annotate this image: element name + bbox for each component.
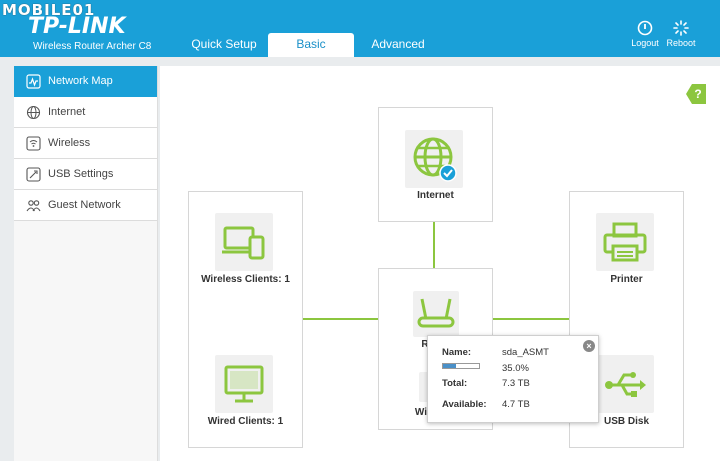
wired-clients-label: Wired Clients: 1 bbox=[207, 416, 284, 427]
reboot-icon bbox=[673, 20, 689, 36]
wireless-clients-icon-box[interactable] bbox=[215, 213, 273, 271]
connector-line bbox=[433, 222, 435, 269]
logout-button[interactable]: Logout bbox=[625, 20, 665, 48]
internet-icon-box bbox=[405, 130, 463, 188]
monitor-icon bbox=[224, 365, 264, 403]
disk-total-value: 7.3 TB bbox=[502, 378, 530, 389]
usb-icon bbox=[605, 372, 646, 397]
sidebar-item-label: Network Map bbox=[48, 75, 113, 87]
wireless-clients-label: Wireless Clients: 1 bbox=[201, 274, 290, 285]
tab-advanced[interactable]: Advanced bbox=[358, 33, 438, 57]
usb-disk-popup: × Name: sda_ASMT 35.0% Total: 7.3 TB Ava… bbox=[427, 335, 599, 423]
power-icon bbox=[637, 20, 653, 36]
disk-name-label: Name: bbox=[442, 347, 472, 358]
printer-label: Printer bbox=[610, 274, 643, 285]
tab-basic[interactable]: Basic bbox=[268, 33, 354, 57]
router-icon bbox=[417, 298, 455, 328]
internet-label: Internet bbox=[417, 190, 454, 201]
reboot-label: Reboot bbox=[666, 38, 696, 48]
disk-name-value: sda_ASMT bbox=[502, 347, 549, 358]
logout-label: Logout bbox=[631, 38, 659, 48]
globe-icon bbox=[26, 105, 41, 119]
sidebar-item-label: Internet bbox=[48, 106, 86, 118]
router-model: Wireless Router Archer C8 bbox=[33, 41, 152, 52]
sidebar-item-network-map[interactable]: Network Map bbox=[14, 66, 157, 97]
tab-quick-setup[interactable]: Quick Setup bbox=[185, 33, 263, 57]
disk-total-label: Total: bbox=[442, 378, 468, 389]
usb-icon bbox=[26, 166, 41, 182]
brand-logo: TP-LINK bbox=[28, 14, 126, 39]
connector-line bbox=[303, 318, 379, 320]
disk-usage-value: 35.0% bbox=[502, 363, 529, 374]
reboot-button[interactable]: Reboot bbox=[661, 20, 701, 48]
network-map-icon bbox=[26, 73, 41, 89]
printer-icon bbox=[603, 222, 647, 262]
printer-icon-box[interactable] bbox=[596, 213, 654, 271]
globe-icon bbox=[413, 137, 457, 182]
disk-usage-fill bbox=[443, 364, 456, 368]
top-header: MOBILE01 TP-LINK Wireless Router Archer … bbox=[0, 0, 720, 57]
sidebar-item-guest-network[interactable]: Guest Network bbox=[14, 190, 157, 221]
wireless-label: Wi bbox=[414, 407, 428, 418]
sidebar-item-internet[interactable]: Internet bbox=[14, 97, 157, 128]
guest-network-icon bbox=[26, 199, 41, 211]
disk-available-label: Available: bbox=[442, 399, 487, 410]
sidebar-item-usb-settings[interactable]: USB Settings bbox=[14, 159, 157, 190]
sidebar: Network Map Internet Wireless USB Settin… bbox=[14, 66, 158, 461]
disk-usage-bar bbox=[442, 363, 480, 369]
sidebar-item-label: Wireless bbox=[48, 137, 91, 149]
router-icon-box bbox=[413, 291, 459, 337]
disk-available-value: 4.7 TB bbox=[502, 399, 530, 410]
close-icon[interactable]: × bbox=[583, 340, 595, 352]
connector-line bbox=[493, 318, 570, 320]
sidebar-item-label: USB Settings bbox=[48, 168, 114, 180]
usb-disk-icon-box[interactable] bbox=[596, 355, 654, 413]
devices-icon bbox=[222, 226, 265, 260]
wired-clients-icon-box[interactable] bbox=[215, 355, 273, 413]
sidebar-item-label: Guest Network bbox=[48, 199, 121, 211]
wireless-icon bbox=[26, 135, 41, 151]
sidebar-item-wireless[interactable]: Wireless bbox=[14, 128, 157, 159]
